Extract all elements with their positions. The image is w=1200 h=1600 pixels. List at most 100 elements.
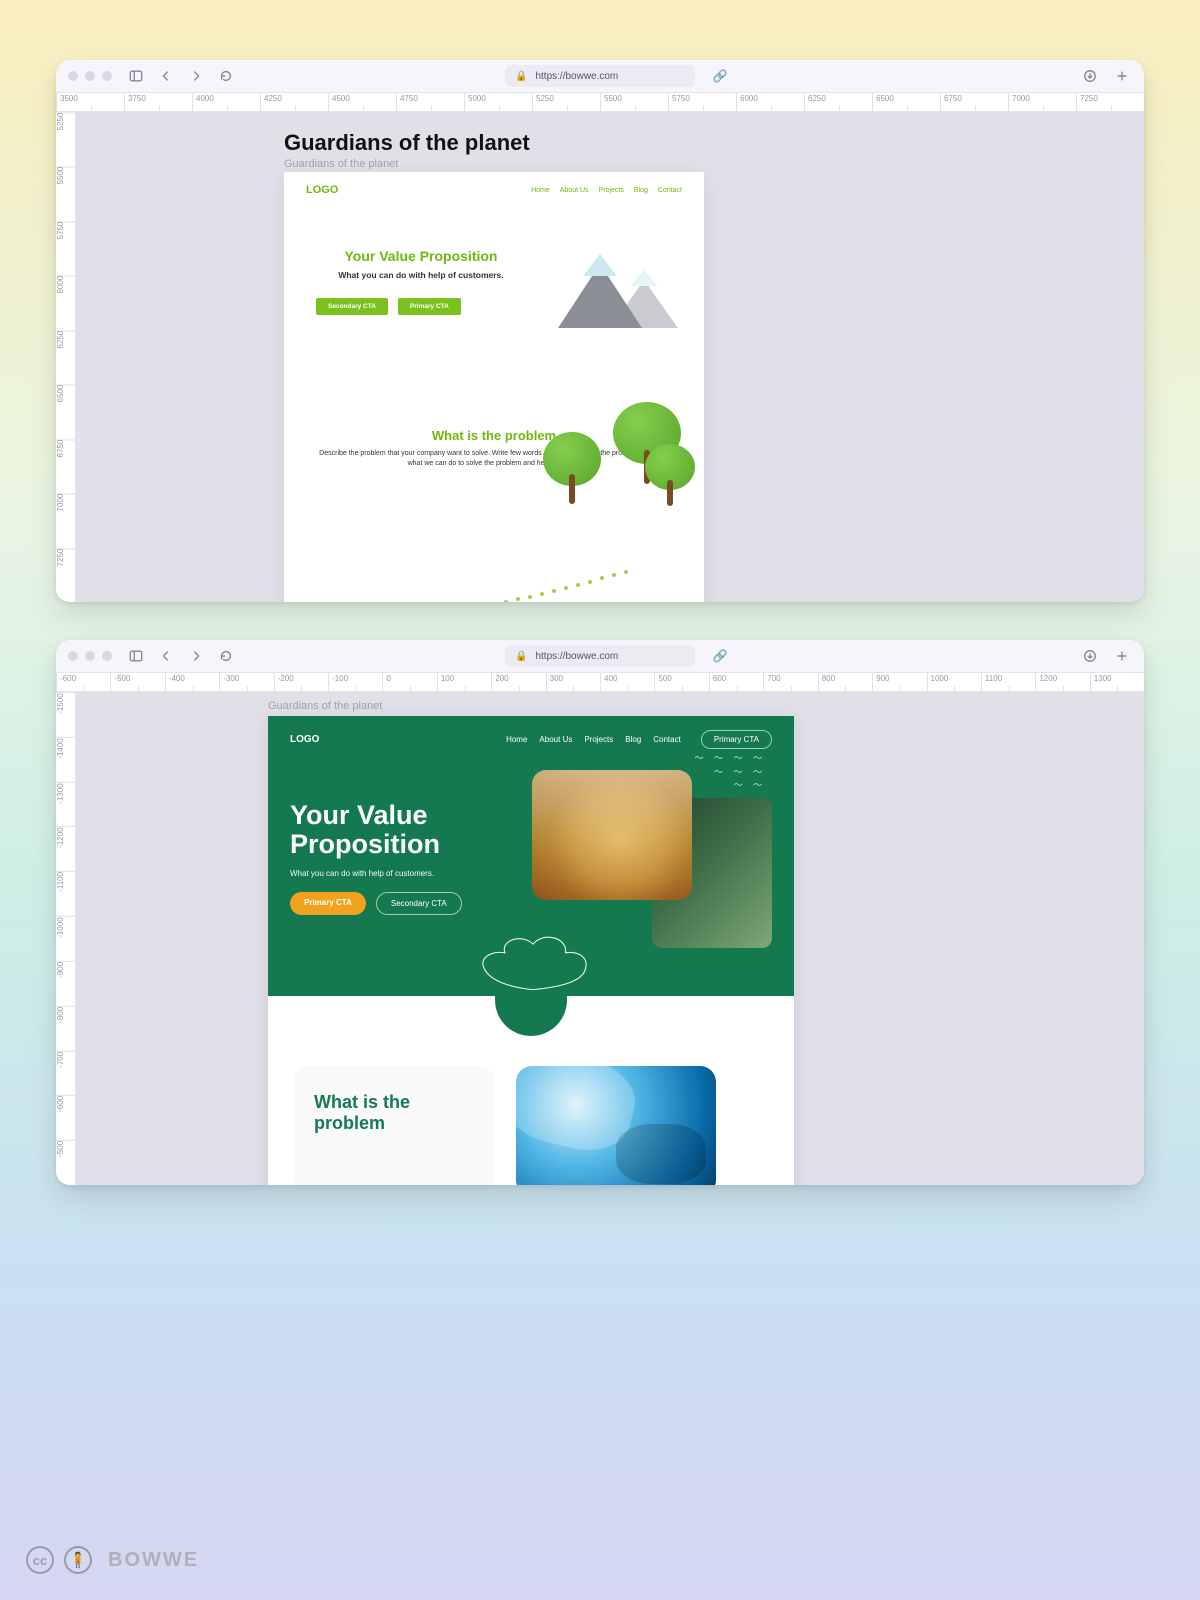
ruler-tick: -600 bbox=[56, 673, 110, 691]
lock-icon: 🔒 bbox=[515, 651, 527, 662]
ruler-tick: 5250 bbox=[532, 93, 600, 111]
hero-headline: Your Value Proposition bbox=[290, 801, 510, 859]
link-icon[interactable]: 🔗 bbox=[710, 69, 730, 83]
forward-icon[interactable] bbox=[186, 649, 206, 663]
download-icon[interactable] bbox=[1080, 69, 1100, 83]
back-icon[interactable] bbox=[156, 649, 176, 663]
nav-link[interactable]: Home bbox=[531, 187, 550, 194]
site-nav: Home About Us Projects Blog Contact bbox=[506, 735, 681, 744]
browser-window-1: 🔒 https://bowwe.com 🔗 350037504000425045… bbox=[56, 60, 1144, 602]
titlebar: 🔒 https://bowwe.com 🔗 bbox=[56, 60, 1144, 92]
ruler-tick: 6000 bbox=[56, 275, 75, 329]
nav-link[interactable]: Contact bbox=[653, 735, 681, 744]
cc-icon: cc bbox=[26, 1546, 54, 1574]
ruler-tick: -1500 bbox=[56, 692, 75, 737]
nav-link[interactable]: Blog bbox=[625, 735, 641, 744]
dotted-path bbox=[324, 558, 644, 602]
header-cta-button[interactable]: Primary CTA bbox=[701, 730, 772, 749]
ruler-tick: 4500 bbox=[328, 93, 396, 111]
ruler-tick: -400 bbox=[165, 673, 219, 691]
ruler-tick: 800 bbox=[818, 673, 872, 691]
ruler-tick: 500 bbox=[654, 673, 708, 691]
ruler-tick: -1300 bbox=[56, 782, 75, 827]
design-canvas[interactable]: Guardians of the planet Guardians of the… bbox=[76, 112, 1144, 602]
forward-icon[interactable] bbox=[186, 69, 206, 83]
plus-icon[interactable] bbox=[1112, 649, 1132, 663]
ruler-tick: 6750 bbox=[940, 93, 1008, 111]
nav-link[interactable]: Projects bbox=[599, 187, 624, 194]
ruler-tick: -1000 bbox=[56, 916, 75, 961]
window-controls[interactable] bbox=[68, 71, 112, 81]
ruler-tick: 600 bbox=[709, 673, 763, 691]
nav-link[interactable]: About Us bbox=[560, 187, 589, 194]
reload-icon[interactable] bbox=[216, 649, 236, 663]
site-logo[interactable]: LOGO bbox=[306, 184, 338, 196]
ruler-tick: 0 bbox=[382, 673, 436, 691]
ruler-tick: 7000 bbox=[1008, 93, 1076, 111]
ruler-tick: 1300 bbox=[1090, 673, 1144, 691]
ruler-tick: 7250 bbox=[56, 548, 75, 602]
primary-cta-button[interactable]: Primary CTA bbox=[290, 892, 366, 915]
design-canvas[interactable]: Guardians of the planet LOGO Home About U… bbox=[76, 692, 1144, 1185]
mountain-illustration bbox=[558, 248, 678, 328]
ruler-tick: 5000 bbox=[464, 93, 532, 111]
sidebar-icon[interactable] bbox=[126, 649, 146, 663]
secondary-cta-button[interactable]: Secondary CTA bbox=[376, 892, 462, 915]
secondary-cta-button[interactable]: Secondary CTA bbox=[316, 298, 388, 315]
ruler-tick: -600 bbox=[56, 1095, 75, 1140]
ruler-tick: -1100 bbox=[56, 871, 75, 916]
ruler-tick: 7000 bbox=[56, 493, 75, 547]
ruler-tick: 6500 bbox=[56, 384, 75, 438]
nav-link[interactable]: Contact bbox=[658, 187, 682, 194]
ruler-tick: 5500 bbox=[600, 93, 668, 111]
nav-link[interactable]: About Us bbox=[539, 735, 572, 744]
artboard-title: Guardians of the planet bbox=[284, 130, 530, 156]
ruler-tick: -1400 bbox=[56, 737, 75, 782]
ruler-tick: -500 bbox=[56, 1140, 75, 1185]
nav-link[interactable]: Blog bbox=[634, 187, 648, 194]
artboard-page[interactable]: LOGO Home About Us Projects Blog Contact Pri… bbox=[268, 716, 794, 1185]
ruler-tick: 6250 bbox=[804, 93, 872, 111]
section-headline: What is the problem bbox=[314, 1092, 474, 1133]
ruler-tick: 100 bbox=[437, 673, 491, 691]
window-controls[interactable] bbox=[68, 651, 112, 661]
ruler-tick: -800 bbox=[56, 1006, 75, 1051]
plus-icon[interactable] bbox=[1112, 69, 1132, 83]
lion-image bbox=[532, 770, 692, 900]
ruler-tick: 5250 bbox=[56, 112, 75, 166]
ruler-tick: 3750 bbox=[124, 93, 192, 111]
ruler-tick: 6250 bbox=[56, 330, 75, 384]
ruler-tick: 1200 bbox=[1035, 673, 1089, 691]
address-bar[interactable]: 🔒 https://bowwe.com bbox=[505, 65, 695, 87]
ruler-tick: 4000 bbox=[192, 93, 260, 111]
ruler-tick: 5750 bbox=[56, 221, 75, 275]
ruler-tick: 300 bbox=[546, 673, 600, 691]
sidebar-icon[interactable] bbox=[126, 69, 146, 83]
reload-icon[interactable] bbox=[216, 69, 236, 83]
ruler-tick: 4250 bbox=[260, 93, 328, 111]
primary-cta-button[interactable]: Primary CTA bbox=[398, 298, 461, 315]
address-bar[interactable]: 🔒 https://bowwe.com bbox=[505, 645, 695, 667]
ruler-tick: 5750 bbox=[668, 93, 736, 111]
site-logo[interactable]: LOGO bbox=[290, 734, 319, 745]
ruler-tick: 200 bbox=[491, 673, 545, 691]
ruler-horizontal: -600-500-400-300-200-1000100200300400500… bbox=[56, 672, 1144, 692]
hero-section: LOGO Home About Us Projects Blog Contact Pri… bbox=[268, 716, 794, 996]
download-icon[interactable] bbox=[1080, 649, 1100, 663]
ruler-tick: 7250 bbox=[1076, 93, 1144, 111]
ruler-tick: -300 bbox=[219, 673, 273, 691]
artboard-page[interactable]: LOGO HomeAbout UsProjectsBlogContact You… bbox=[284, 172, 704, 602]
link-icon[interactable]: 🔗 bbox=[710, 649, 730, 663]
url-text: https://bowwe.com bbox=[535, 651, 618, 662]
ruler-tick: 3500 bbox=[56, 93, 124, 111]
hero-subhead: What you can do with help of customers. bbox=[310, 270, 532, 280]
artboard-label: Guardians of the planet bbox=[268, 700, 382, 712]
ruler-tick: -500 bbox=[110, 673, 164, 691]
ruler-vertical: 525055005750600062506500675070007250 bbox=[56, 112, 76, 602]
nav-link[interactable]: Projects bbox=[584, 735, 613, 744]
nav-link[interactable]: Home bbox=[506, 735, 527, 744]
ruler-horizontal: 3500375040004250450047505000525055005750… bbox=[56, 92, 1144, 112]
by-icon: 🧍 bbox=[64, 1546, 92, 1574]
trees-illustration bbox=[535, 402, 710, 542]
back-icon[interactable] bbox=[156, 69, 176, 83]
